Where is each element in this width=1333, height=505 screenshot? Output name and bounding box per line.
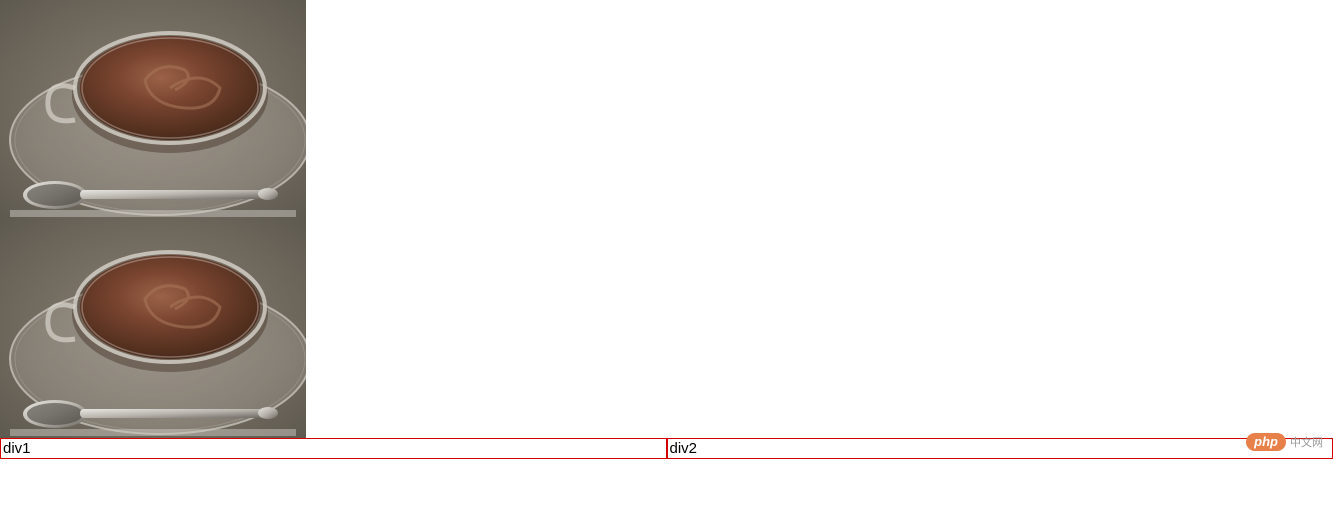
div-box-2: div2: [667, 438, 1333, 459]
div-box-1: div1: [0, 438, 667, 459]
watermark-text: 中文网: [1290, 434, 1323, 450]
div-row: div1 div2: [0, 438, 1333, 459]
coffee-image-2: [0, 219, 306, 438]
watermark: php 中文网: [1246, 433, 1323, 451]
coffee-image-1: [0, 0, 306, 219]
watermark-logo: php: [1246, 433, 1286, 451]
